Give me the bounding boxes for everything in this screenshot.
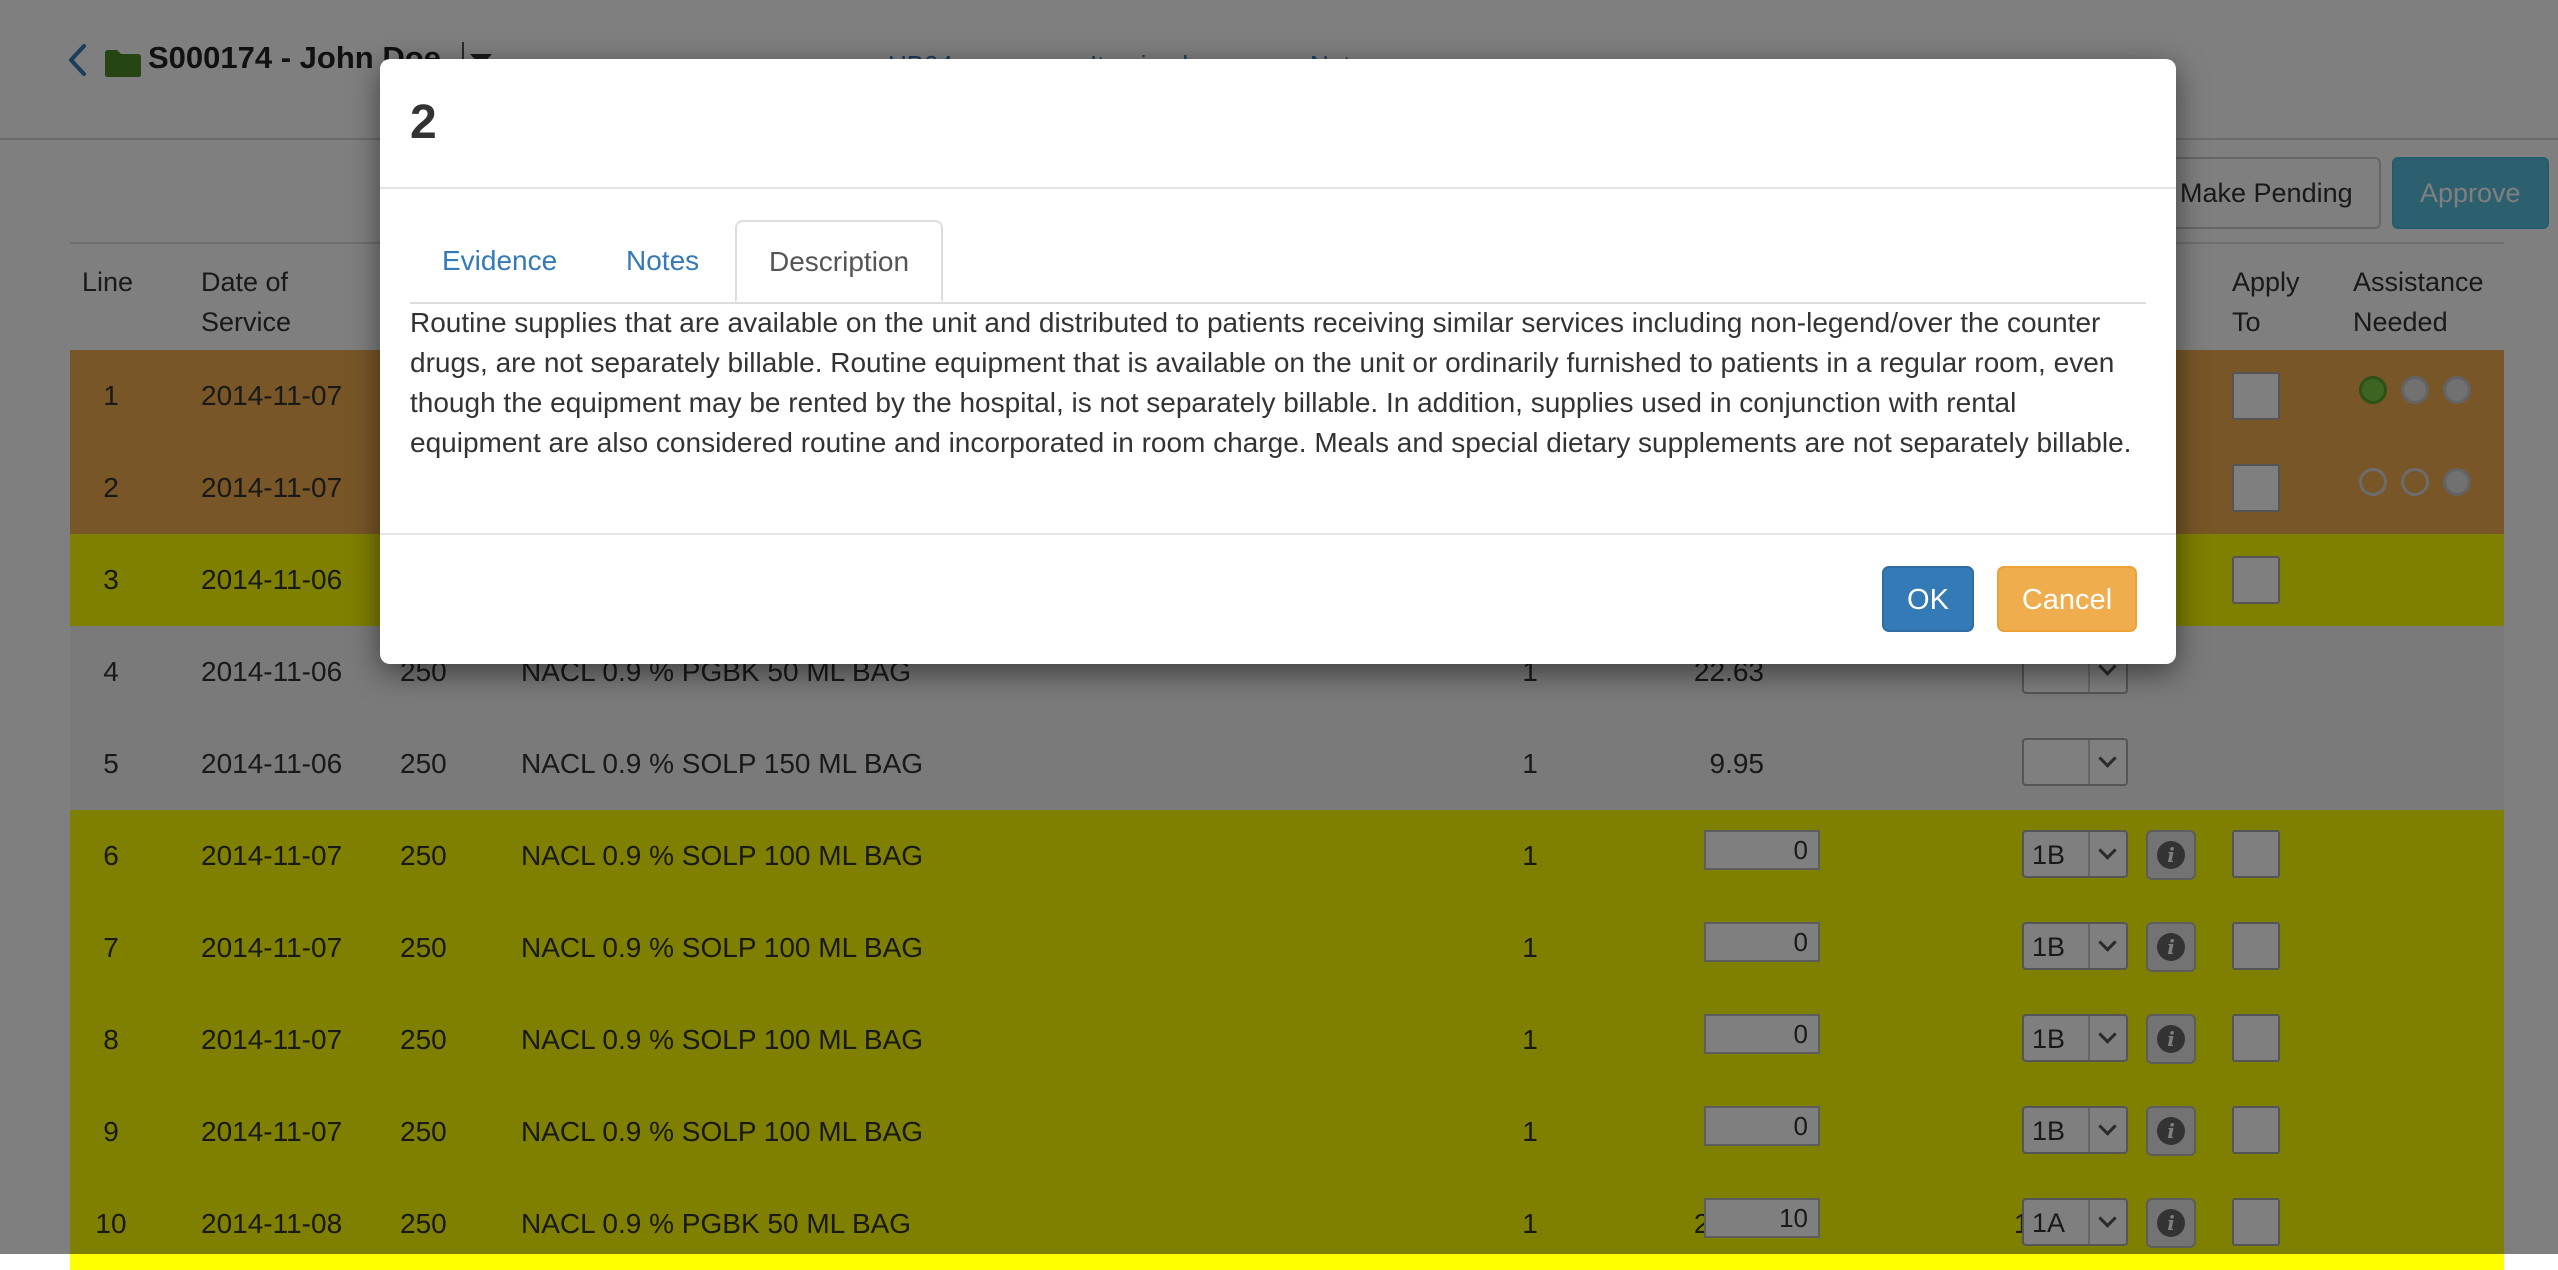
tab-notes[interactable]: Notes [594, 220, 731, 300]
tab-description[interactable]: Description [735, 220, 944, 302]
description-modal: 2 Evidence Notes Description Routine sup… [380, 59, 2176, 664]
description-text: Routine supplies that are available on t… [410, 307, 2132, 458]
modal-tabs: Evidence Notes Description [410, 220, 2146, 304]
tab-evidence[interactable]: Evidence [410, 220, 589, 300]
ok-button[interactable]: OK [1882, 566, 1974, 632]
modal-footer-divider [380, 533, 2176, 535]
modal-title: 2 [410, 96, 437, 149]
modal-header-divider [380, 187, 2176, 189]
cancel-button[interactable]: Cancel [1997, 566, 2137, 632]
